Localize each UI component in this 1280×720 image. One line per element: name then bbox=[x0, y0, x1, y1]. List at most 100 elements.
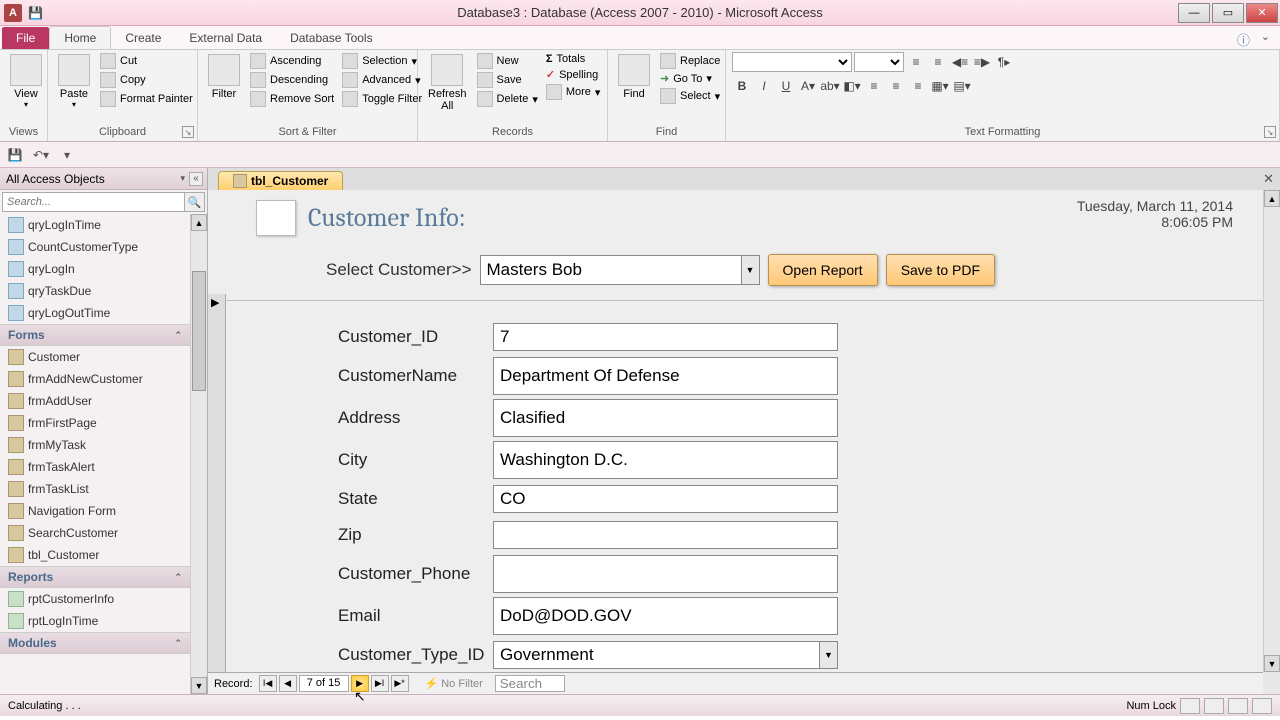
filter-button[interactable]: Filter bbox=[204, 52, 244, 102]
document-tab[interactable]: tbl_Customer bbox=[218, 171, 343, 190]
fillcolor-button[interactable]: ◧▾ bbox=[842, 76, 862, 96]
ltr-button[interactable]: ¶▸ bbox=[994, 52, 1014, 72]
formatting-launcher[interactable]: ↘ bbox=[1264, 126, 1276, 138]
indent-inc-button[interactable]: ≡▶ bbox=[972, 52, 992, 72]
nav-category-forms[interactable]: Forms⌃ bbox=[0, 324, 190, 346]
align-center-button[interactable]: ≡ bbox=[886, 76, 906, 96]
qat-save[interactable]: 💾 bbox=[28, 6, 43, 20]
nav-category-modules[interactable]: Modules⌃ bbox=[0, 632, 190, 654]
input-customer-id[interactable] bbox=[493, 323, 838, 351]
view-layout-button[interactable] bbox=[1228, 698, 1248, 714]
first-record-button[interactable]: I◀ bbox=[259, 675, 277, 692]
combo-dropdown-icon[interactable]: ▼ bbox=[741, 256, 759, 284]
cut-button[interactable]: Cut bbox=[98, 52, 195, 70]
input-state[interactable] bbox=[493, 485, 838, 513]
record-search-input[interactable] bbox=[495, 675, 565, 692]
record-selector[interactable]: ▶ bbox=[208, 294, 226, 672]
input-customer-type[interactable]: Government ▼ bbox=[493, 641, 838, 669]
record-position[interactable]: 7 of 15 bbox=[299, 675, 349, 692]
indent-dec-button[interactable]: ◀≡ bbox=[950, 52, 970, 72]
search-input[interactable] bbox=[2, 192, 185, 212]
select-customer-combo[interactable]: Masters Bob ▼ bbox=[480, 255, 760, 285]
search-icon[interactable]: 🔍 bbox=[185, 192, 205, 212]
nav-item-form[interactable]: tbl_Customer bbox=[0, 544, 190, 566]
selection-button[interactable]: Selection ▾ bbox=[340, 52, 424, 70]
view-datasheet-button[interactable] bbox=[1204, 698, 1224, 714]
nav-header[interactable]: All Access Objects ▾ « bbox=[0, 168, 207, 190]
view-form-button[interactable] bbox=[1180, 698, 1200, 714]
qat-save-icon[interactable]: 💾 bbox=[4, 145, 26, 165]
tab-external-data[interactable]: External Data bbox=[175, 27, 276, 49]
filter-indicator[interactable]: ⚡No Filter bbox=[425, 677, 483, 690]
open-report-button[interactable]: Open Report bbox=[768, 254, 878, 286]
numbering-button[interactable]: ≡ bbox=[928, 52, 948, 72]
nav-collapse-icon[interactable]: « bbox=[189, 172, 203, 186]
find-button[interactable]: Find bbox=[614, 52, 654, 102]
tab-file[interactable]: File bbox=[2, 27, 49, 49]
tab-database-tools[interactable]: Database Tools bbox=[276, 27, 387, 49]
format-painter-button[interactable]: Format Painter bbox=[98, 90, 195, 108]
view-button[interactable]: View▾ bbox=[6, 52, 46, 111]
underline-button[interactable]: U bbox=[776, 76, 796, 96]
input-email[interactable] bbox=[493, 597, 838, 635]
refresh-button[interactable]: Refresh All bbox=[424, 52, 471, 114]
nav-item-query[interactable]: CountCustomerType bbox=[0, 236, 190, 258]
copy-button[interactable]: Copy bbox=[98, 71, 195, 89]
bullets-button[interactable]: ≡ bbox=[906, 52, 926, 72]
more-button[interactable]: More ▾ bbox=[544, 83, 603, 101]
nav-item-form[interactable]: Customer bbox=[0, 346, 190, 368]
descending-button[interactable]: Descending bbox=[248, 71, 336, 89]
paste-button[interactable]: Paste▾ bbox=[54, 52, 94, 111]
nav-dropdown-icon[interactable]: ▾ bbox=[180, 173, 185, 184]
remove-sort-button[interactable]: Remove Sort bbox=[248, 90, 336, 108]
goto-button[interactable]: ➜ Go To ▾ bbox=[658, 71, 722, 86]
scroll-down-icon[interactable]: ▼ bbox=[1264, 655, 1280, 672]
bold-button[interactable]: B bbox=[732, 76, 752, 96]
ascending-button[interactable]: Ascending bbox=[248, 52, 336, 70]
form-scrollbar[interactable]: ▲ ▼ bbox=[1263, 190, 1280, 672]
nav-item-report[interactable]: rptCustomerInfo bbox=[0, 588, 190, 610]
nav-category-reports[interactable]: Reports⌃ bbox=[0, 566, 190, 588]
maximize-button[interactable]: ▭ bbox=[1212, 3, 1244, 23]
input-city[interactable] bbox=[493, 441, 838, 479]
input-zip[interactable] bbox=[493, 521, 838, 549]
nav-item-form[interactable]: frmTaskAlert bbox=[0, 456, 190, 478]
save-pdf-button[interactable]: Save to PDF bbox=[886, 254, 995, 286]
nav-item-form[interactable]: frmMyTask bbox=[0, 434, 190, 456]
save-button[interactable]: Save bbox=[475, 71, 540, 89]
scroll-up-icon[interactable]: ▲ bbox=[191, 214, 207, 231]
nav-item-query[interactable]: qryTaskDue bbox=[0, 280, 190, 302]
italic-button[interactable]: I bbox=[754, 76, 774, 96]
totals-button[interactable]: Σ Totals bbox=[544, 52, 603, 66]
prev-record-button[interactable]: ◀ bbox=[279, 675, 297, 692]
clipboard-launcher[interactable]: ↘ bbox=[182, 126, 194, 138]
select-button[interactable]: Select ▾ bbox=[658, 87, 722, 105]
ribbon-minimize-icon[interactable]: ⌄ bbox=[1261, 30, 1270, 43]
scroll-thumb[interactable] bbox=[192, 271, 206, 391]
nav-item-form[interactable]: Navigation Form bbox=[0, 500, 190, 522]
input-phone[interactable] bbox=[493, 555, 838, 593]
last-record-button[interactable]: ▶I bbox=[371, 675, 389, 692]
view-design-button[interactable] bbox=[1252, 698, 1272, 714]
close-button[interactable]: ✕ bbox=[1246, 3, 1278, 23]
nav-item-query[interactable]: qryLogOutTime bbox=[0, 302, 190, 324]
input-customer-name[interactable] bbox=[493, 357, 838, 395]
advanced-button[interactable]: Advanced ▾ bbox=[340, 71, 424, 89]
highlight-button[interactable]: ab▾ bbox=[820, 76, 840, 96]
gridlines-button[interactable]: ▦▾ bbox=[930, 76, 950, 96]
replace-button[interactable]: Replace bbox=[658, 52, 722, 70]
fontcolor-button[interactable]: A▾ bbox=[798, 76, 818, 96]
toggle-filter-button[interactable]: Toggle Filter bbox=[340, 90, 424, 108]
tab-create[interactable]: Create bbox=[111, 27, 175, 49]
nav-item-query[interactable]: qryLogInTime bbox=[0, 214, 190, 236]
nav-item-form[interactable]: SearchCustomer bbox=[0, 522, 190, 544]
new-record-button[interactable]: ▶* bbox=[391, 675, 409, 692]
next-record-button[interactable]: ▶ bbox=[351, 675, 369, 692]
align-left-button[interactable]: ≡ bbox=[864, 76, 884, 96]
qat-undo-icon[interactable]: ↶▾ bbox=[30, 145, 52, 165]
input-address[interactable] bbox=[493, 399, 838, 437]
delete-button[interactable]: Delete ▾ bbox=[475, 90, 540, 108]
qat-customize-icon[interactable]: ▾ bbox=[56, 145, 78, 165]
tab-home[interactable]: Home bbox=[49, 26, 111, 49]
minimize-button[interactable]: — bbox=[1178, 3, 1210, 23]
